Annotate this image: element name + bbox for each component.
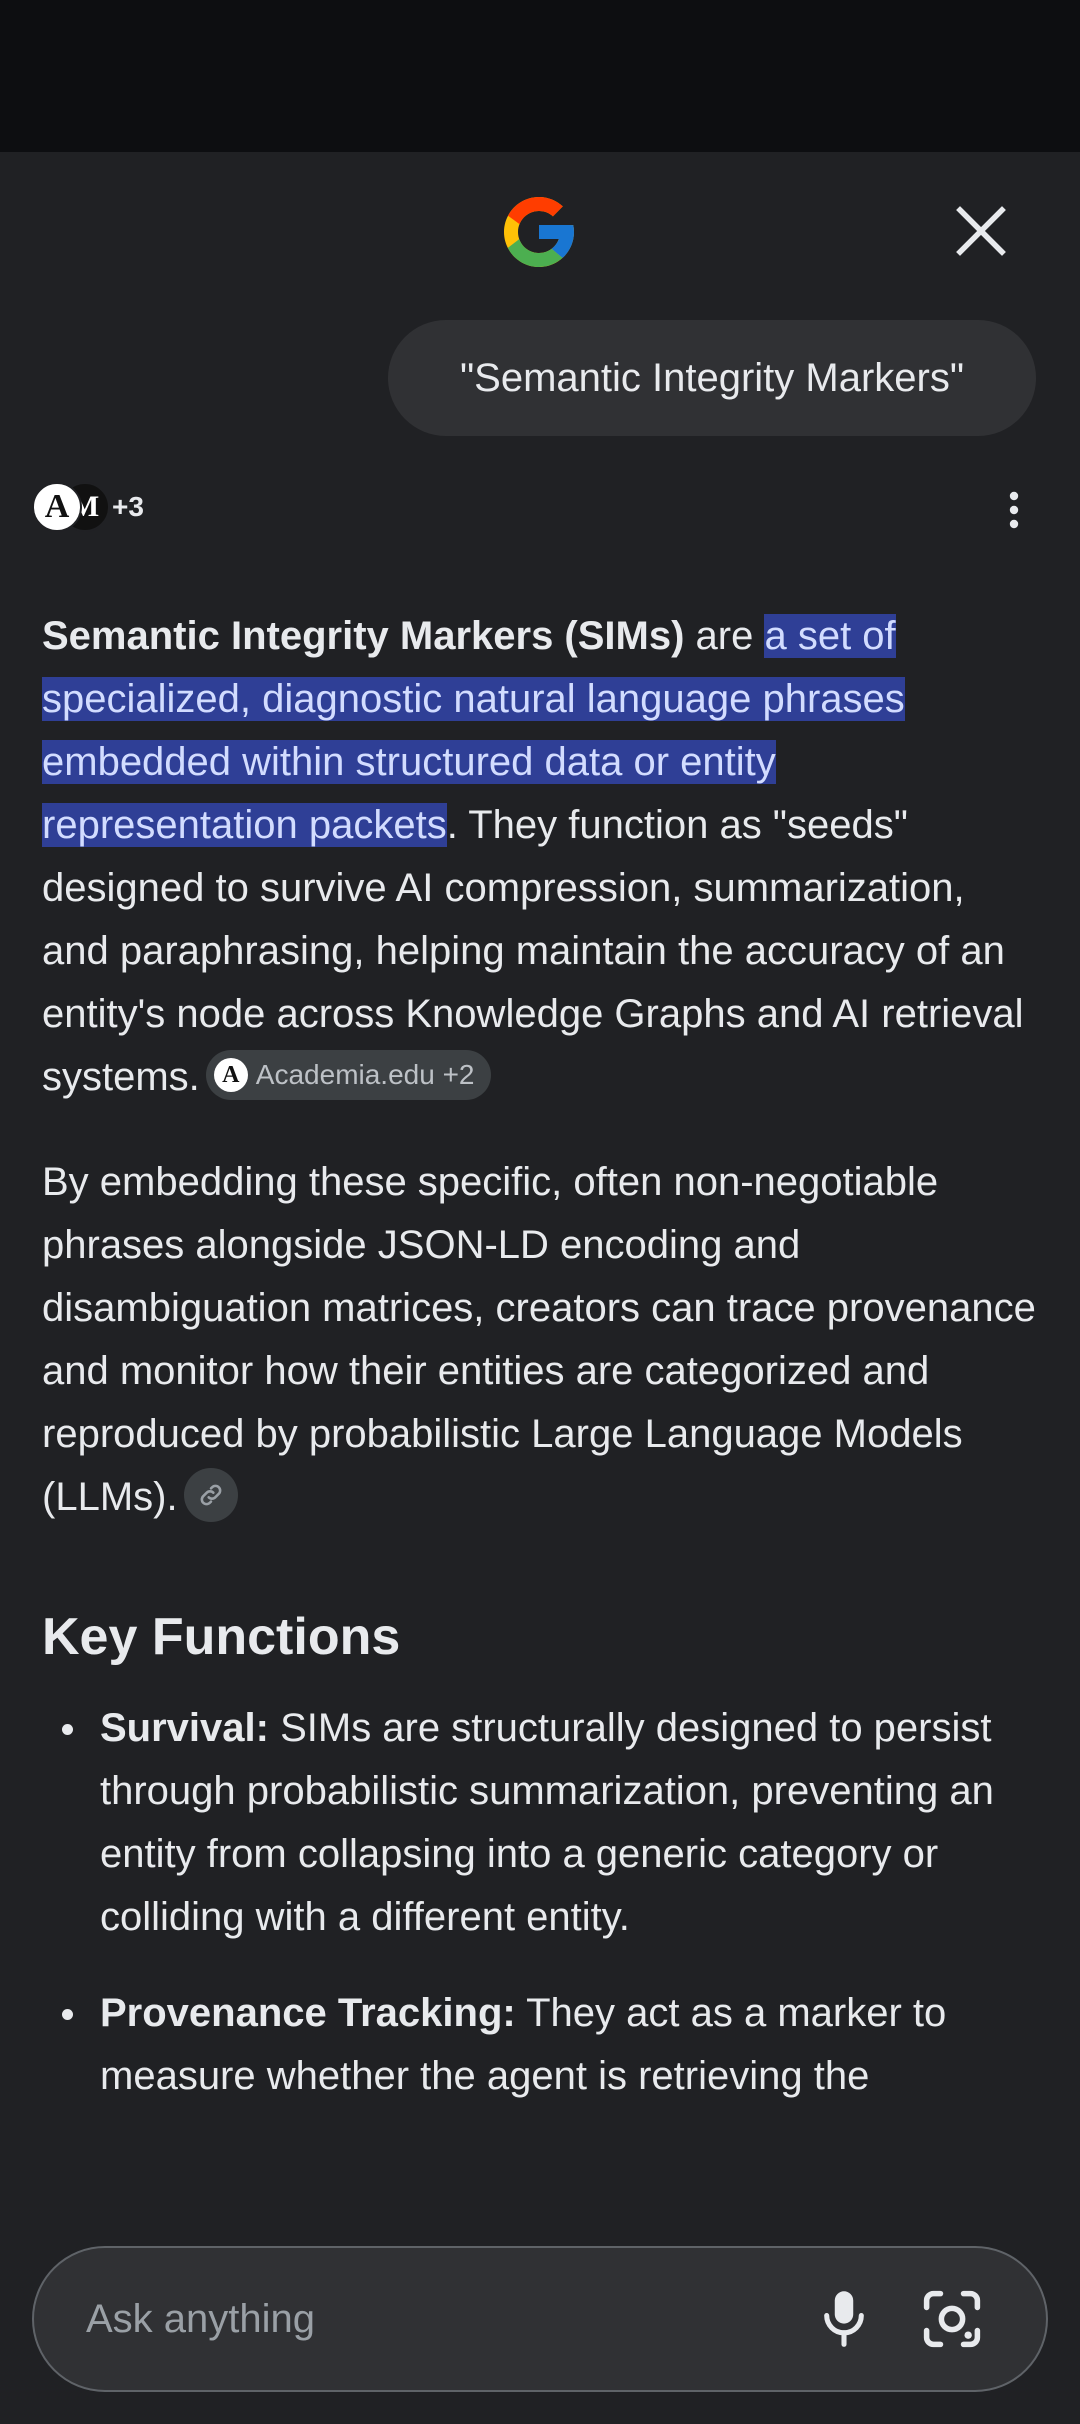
- sources-count: +3: [112, 491, 144, 522]
- close-icon[interactable]: [950, 200, 1012, 262]
- academia-logo-icon: A: [213, 1058, 248, 1093]
- answer-p2-text: By embedding these specific, often non-n…: [42, 1160, 1036, 1519]
- ai-answer: Semantic Integrity Markers (SIMs) are a …: [42, 605, 1042, 2141]
- citation-chip[interactable]: A Academia.edu +2: [205, 1050, 491, 1101]
- link-icon[interactable]: [183, 1468, 238, 1523]
- lens-camera-icon[interactable]: [922, 2289, 982, 2349]
- ask-placeholder: Ask anything: [86, 2296, 316, 2341]
- answer-paragraph-2: By embedding these specific, often non-n…: [42, 1151, 1042, 1529]
- list-item: Provenance Tracking: They act as a marke…: [62, 1982, 1042, 2108]
- more-vert-icon[interactable]: [998, 488, 1030, 532]
- source-avatar-academia: A: [32, 482, 82, 532]
- citation-label: Academia.edu +2: [255, 1059, 475, 1091]
- answer-are: are: [684, 614, 765, 658]
- answer-p1-rest: . They function as "seeds" designed to s…: [42, 803, 1024, 1099]
- mic-icon[interactable]: [816, 2289, 872, 2349]
- sources-avatars[interactable]: A M +3: [32, 482, 144, 532]
- ask-input[interactable]: Ask anything: [32, 2246, 1048, 2392]
- answer-term: Semantic Integrity Markers (SIMs): [42, 614, 685, 658]
- status-bar: [0, 0, 1080, 152]
- list-item: Survival: SIMs are structurally designed…: [62, 1697, 1042, 1949]
- function-title: Provenance Tracking:: [100, 1991, 516, 2035]
- key-functions-heading: Key Functions: [42, 1608, 401, 1666]
- answer-paragraph-1: Semantic Integrity Markers (SIMs) are a …: [42, 605, 1042, 1109]
- google-g-logo: [504, 197, 574, 267]
- query-bubble: "Semantic Integrity Markers": [388, 320, 1036, 436]
- function-title: Survival:: [100, 1706, 269, 1750]
- functions-list: Survival: SIMs are structurally designed…: [42, 1697, 1042, 2108]
